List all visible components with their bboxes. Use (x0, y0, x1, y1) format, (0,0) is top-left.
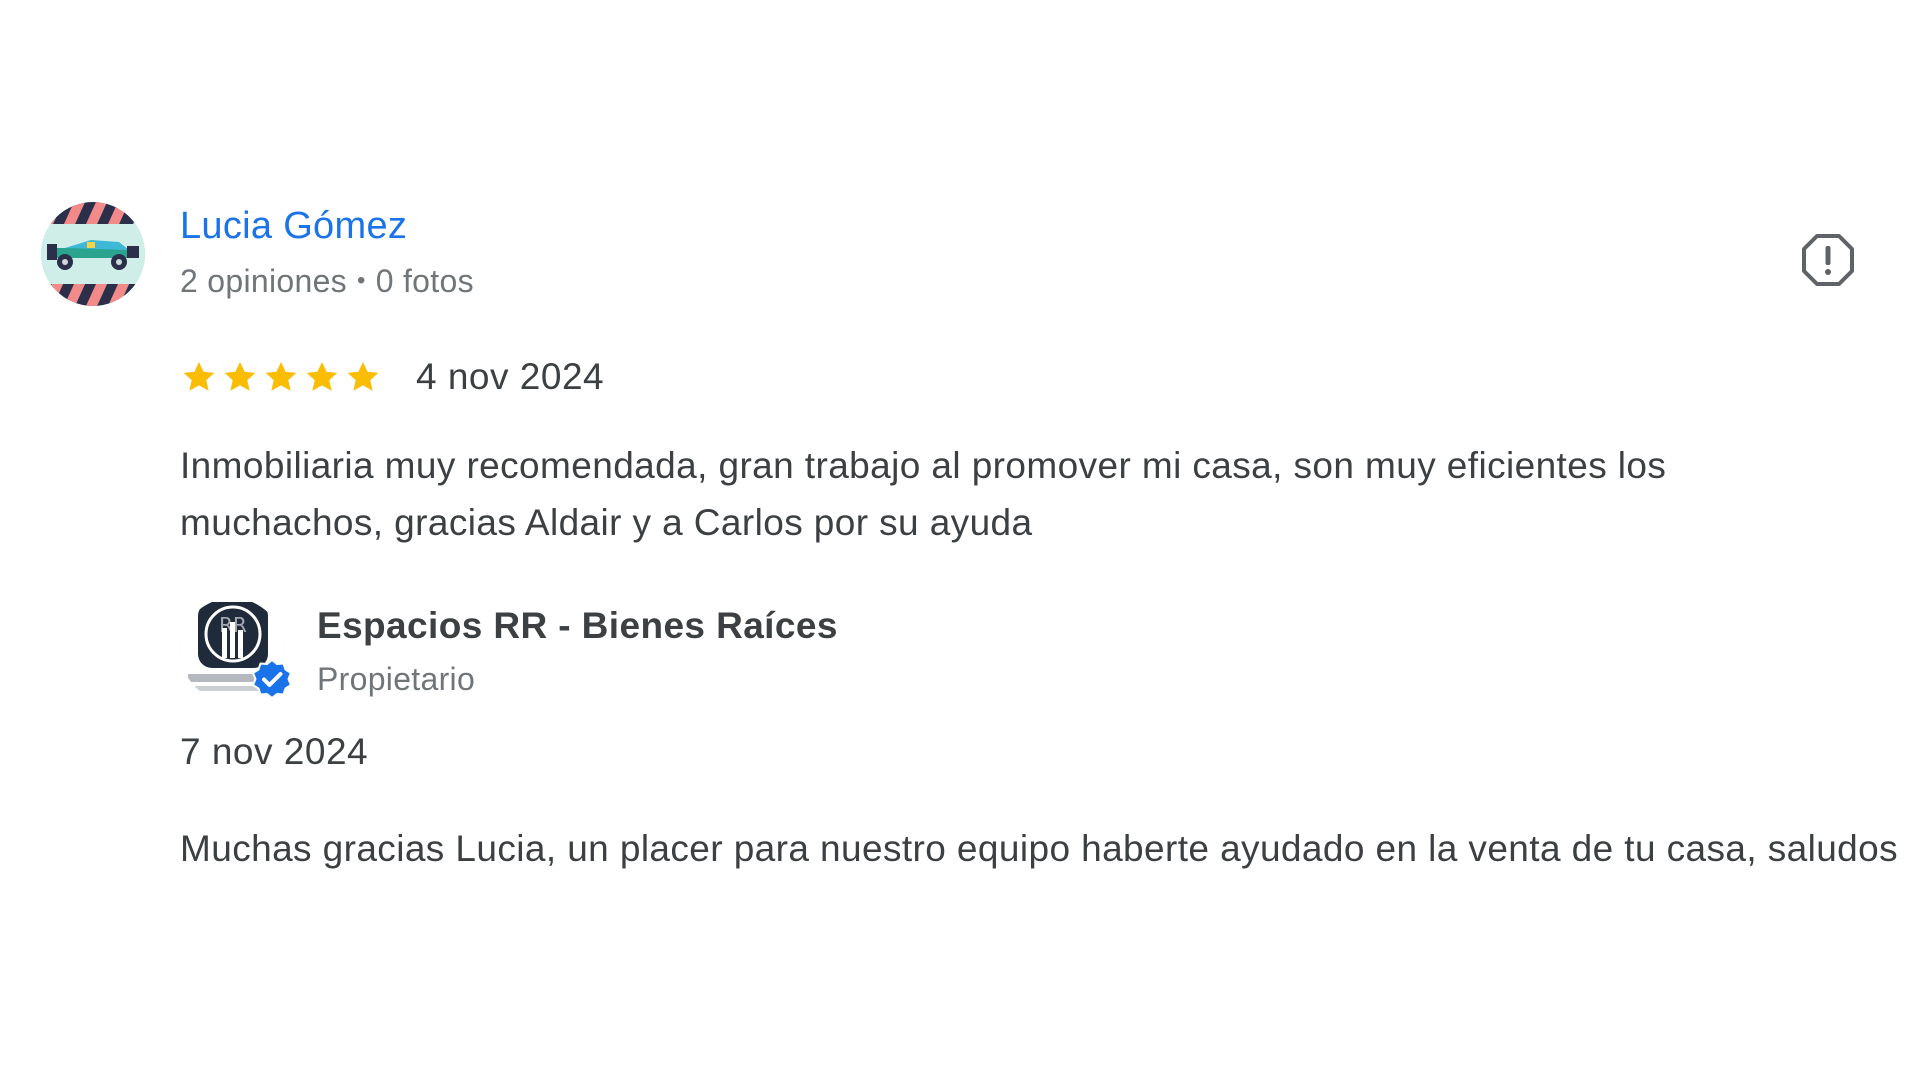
owner-avatar[interactable]: RR (180, 598, 292, 702)
review-date: 4 nov 2024 (416, 356, 605, 397)
verified-check-icon (252, 659, 292, 699)
review-text: Inmobiliaria muy recomendada, gran traba… (180, 445, 1667, 543)
author-name[interactable]: Lucia Gómez (180, 205, 407, 248)
reply-date: 7 nov 2024 (180, 731, 369, 772)
owner-role: Propietario (317, 661, 476, 697)
race-car-avatar-icon (41, 202, 145, 306)
owner-name[interactable]: Espacios RR - Bienes Raíces (317, 605, 838, 647)
star-icon (221, 358, 259, 396)
report-review-button[interactable] (1800, 232, 1856, 288)
verified-badge (250, 658, 294, 702)
author-meta: 2 opiniones • 0 fotos (180, 263, 474, 300)
photos-count: 0 fotos (375, 263, 474, 299)
flag-report-icon (1802, 234, 1854, 286)
star-icon (303, 358, 341, 396)
star-icon (344, 358, 382, 396)
star-icon (262, 358, 300, 396)
author-avatar[interactable] (41, 202, 145, 306)
star-rating (180, 358, 382, 396)
meta-separator: • (357, 267, 366, 294)
star-icon (180, 358, 218, 396)
svg-text:RR: RR (219, 613, 247, 637)
rating-row: 4 nov 2024 (180, 354, 604, 400)
reviews-count: 2 opiniones (180, 263, 347, 299)
review-card: Lucia Gómez 2 opiniones • 0 fotos 4 nov 20… (0, 0, 1920, 1080)
reply-text: Muchas gracias Lucia, un placer para nue… (180, 828, 1899, 869)
